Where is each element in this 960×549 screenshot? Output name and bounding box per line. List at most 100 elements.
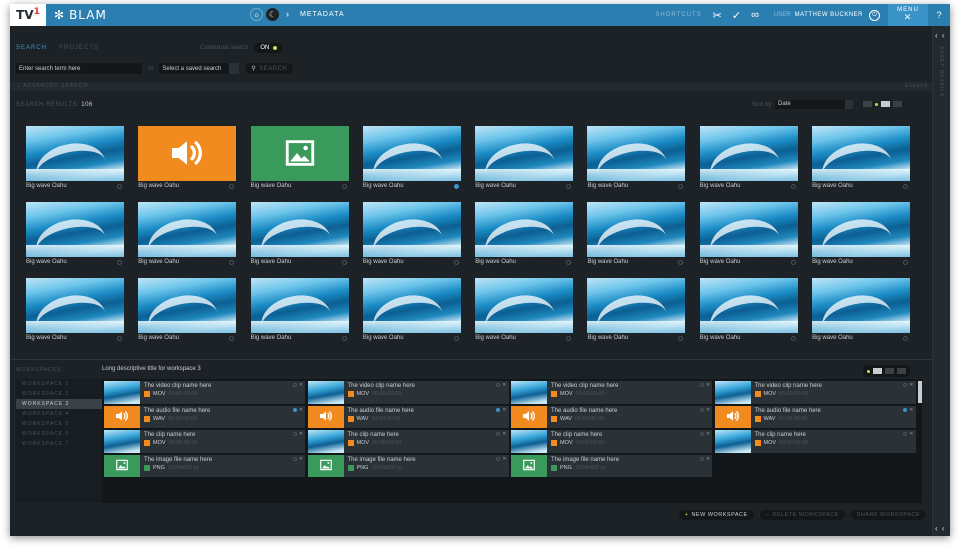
collapse-icon[interactable]: ‹ ‹ (935, 31, 946, 40)
workspace-item-thumbnail[interactable] (714, 405, 751, 428)
large-grid-view-icon[interactable] (893, 101, 902, 107)
remove-icon[interactable]: ✕ (909, 407, 913, 413)
workspace-item[interactable]: The audio file name here WAV 00:00:00:00… (511, 405, 712, 428)
asset-card[interactable]: Big wave Oahu (362, 126, 461, 191)
select-radio-icon[interactable] (496, 456, 501, 461)
select-radio-icon[interactable] (566, 335, 572, 341)
logout-icon[interactable]: ⏻ (869, 9, 880, 21)
select-radio-icon[interactable] (678, 259, 684, 265)
select-radio-icon[interactable] (453, 259, 459, 265)
tab-search[interactable]: SEARCH (16, 45, 47, 51)
select-radio-icon[interactable] (496, 407, 501, 412)
asset-card[interactable]: Big wave Oahu (250, 202, 349, 267)
collapse-bottom-icon[interactable]: ‹ ‹ (935, 524, 946, 533)
select-radio-icon[interactable] (699, 383, 704, 387)
workspace-item[interactable]: The video clip name here MOV 00:00:00:00… (511, 381, 712, 404)
select-radio-icon[interactable] (699, 456, 704, 461)
video-thumbnail[interactable] (362, 278, 461, 333)
check-circle-icon[interactable]: ✓ (732, 9, 741, 22)
workspace-item-thumbnail[interactable] (511, 430, 547, 453)
large-grid-view-icon[interactable] (897, 368, 906, 374)
remove-icon[interactable]: ✕ (706, 382, 710, 388)
audio-thumbnail[interactable] (138, 126, 237, 181)
workspace-item-thumbnail[interactable] (104, 405, 140, 428)
select-radio-icon[interactable] (117, 259, 122, 265)
asset-card[interactable]: Big wave Oahu (475, 278, 574, 343)
select-radio-icon[interactable] (903, 432, 908, 436)
workspace-item-thumbnail[interactable] (714, 381, 751, 404)
scrollbar[interactable] (918, 381, 922, 403)
remove-icon[interactable]: ✕ (299, 431, 303, 437)
contextual-toggle[interactable]: ON (254, 43, 284, 53)
select-radio-icon[interactable] (903, 407, 908, 412)
select-radio-icon[interactable] (496, 383, 501, 387)
search-input[interactable]: Enter search term here (16, 63, 142, 74)
video-thumbnail[interactable] (475, 278, 574, 333)
remove-icon[interactable]: ✕ (706, 431, 710, 437)
select-radio-icon[interactable] (341, 183, 347, 189)
workspace-item-thumbnail[interactable] (307, 430, 344, 453)
video-thumbnail[interactable] (362, 202, 461, 257)
workspace-item-thumbnail[interactable] (104, 381, 140, 404)
select-radio-icon[interactable] (453, 335, 459, 341)
tab-projects[interactable]: PROJECTS (59, 45, 99, 51)
video-thumbnail[interactable] (699, 126, 798, 181)
remove-icon[interactable]: ✕ (502, 456, 506, 462)
asset-card[interactable]: Big wave Oahu (812, 202, 911, 267)
video-thumbnail[interactable] (362, 126, 461, 181)
workspace-item-thumbnail[interactable] (714, 430, 751, 453)
sort-select[interactable]: Date (775, 100, 846, 109)
workspace-item[interactable]: The clip name here MOV 00:00:00:00 ✕ (104, 430, 305, 453)
asset-card[interactable]: Big wave Oahu (26, 278, 124, 343)
details-panel-collapsed[interactable]: ‹ ‹ ASSET DETAILS ‹ ‹ (932, 26, 950, 536)
workspace-item-thumbnail[interactable] (511, 454, 547, 477)
workspace-list-item[interactable]: WORKSPACE 6 (16, 429, 102, 439)
select-radio-icon[interactable] (903, 259, 909, 265)
remove-icon[interactable]: ✕ (502, 382, 506, 388)
workspace-item-thumbnail[interactable] (307, 381, 344, 404)
workspace-list-item[interactable]: WORKSPACE 4 (16, 409, 102, 419)
select-radio-icon[interactable] (117, 335, 122, 341)
link-icon[interactable]: ∞ (751, 9, 759, 21)
scissors-icon[interactable]: ✂ (713, 9, 722, 22)
help-button[interactable]: ? (928, 10, 950, 20)
workspace-list-item[interactable]: WORKSPACE 5 (16, 419, 102, 429)
moon-icon[interactable]: ☾ (266, 8, 279, 21)
asset-card[interactable]: Big wave Oahu (587, 126, 686, 191)
remove-icon[interactable]: ✕ (299, 456, 303, 462)
asset-card[interactable]: Big wave Oahu (362, 202, 461, 267)
video-thumbnail[interactable] (812, 202, 911, 257)
asset-card[interactable]: Big wave Oahu (699, 278, 798, 343)
select-radio-icon[interactable] (292, 383, 297, 387)
asset-card[interactable]: Big wave Oahu (587, 202, 686, 267)
asset-card[interactable]: Big wave Oahu (362, 278, 461, 343)
select-radio-icon[interactable] (496, 432, 501, 436)
remove-icon[interactable]: ✕ (299, 407, 303, 413)
video-thumbnail[interactable] (26, 278, 124, 333)
workspace-item[interactable]: The audio file name here WAV 00:00:00:00… (714, 405, 916, 428)
share-workspace-button[interactable]: SHARE WORKSPACE (850, 510, 926, 520)
remove-icon[interactable]: ✕ (706, 456, 710, 462)
asset-card[interactable]: Big wave Oahu (475, 202, 574, 267)
advanced-search-bar[interactable]: ⌄ ADVANCED SEARCH Expand (10, 82, 932, 91)
chevron-down-icon[interactable] (845, 100, 854, 109)
select-radio-icon[interactable] (229, 259, 235, 265)
asset-card[interactable]: Big wave Oahu (699, 202, 798, 267)
workspace-item[interactable]: The image file name here PNG 1024x800 px… (307, 454, 509, 477)
workspace-list-item[interactable]: WORKSPACE 7 (16, 439, 102, 449)
remove-icon[interactable]: ✕ (502, 431, 506, 437)
grid-view-icon[interactable] (885, 368, 894, 374)
breadcrumb[interactable]: METADATA (300, 11, 345, 18)
select-radio-icon[interactable] (903, 383, 908, 387)
asset-card[interactable]: Big wave Oahu (26, 126, 124, 191)
video-thumbnail[interactable] (26, 126, 124, 181)
video-thumbnail[interactable] (587, 126, 686, 181)
remove-icon[interactable]: ✕ (299, 382, 303, 388)
video-thumbnail[interactable] (587, 278, 686, 333)
video-thumbnail[interactable] (699, 278, 798, 333)
select-radio-icon[interactable] (292, 432, 297, 436)
video-thumbnail[interactable] (250, 278, 349, 333)
workspace-list-item[interactable]: WORKSPACE 3 (16, 399, 107, 409)
video-thumbnail[interactable] (26, 202, 124, 257)
select-radio-icon[interactable] (117, 183, 122, 189)
